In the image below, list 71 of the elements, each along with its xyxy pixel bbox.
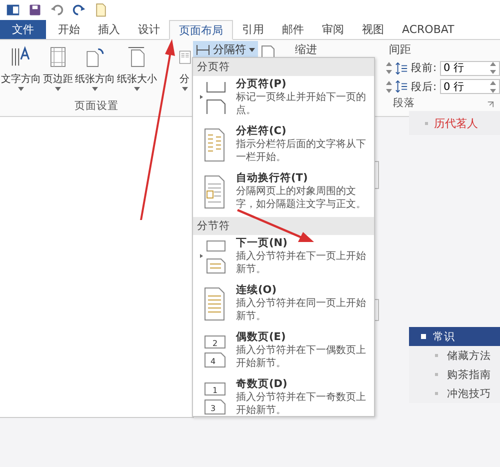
menu-item[interactable]: 自动换行符(T) 分隔网页上的对象周围的文字，如分隔题注文字与正文。 bbox=[193, 170, 374, 217]
ribbon-button[interactable]: 文字方向 bbox=[0, 40, 42, 99]
menu-item[interactable]: 分栏符(C) 指示分栏符后面的文字将从下一栏开始。 bbox=[193, 123, 374, 170]
menu-item-description: 插入分节符并在下一奇数页上开始新节。 bbox=[236, 391, 367, 417]
ribbon-button[interactable]: 纸张方向 bbox=[74, 40, 116, 99]
ribbon-tab[interactable]: 页面布局 bbox=[169, 20, 233, 40]
menu-item-title: 自动换行符(T) bbox=[236, 172, 309, 185]
menu-item[interactable]: 1 3 奇数页(D) 插入分节符并在下一奇数页上开始新节。 bbox=[193, 376, 374, 423]
spacing-field[interactable]: 0 行 bbox=[440, 79, 500, 94]
group-label: 页面设置 bbox=[74, 99, 120, 114]
menu-item-description: 插入分节符并在下一页上开始新节。 bbox=[236, 250, 367, 276]
ribbon-tab[interactable]: ACROBAT bbox=[393, 20, 464, 39]
menu-item-title: 下一页(N) bbox=[236, 237, 288, 250]
field-label: 段后: bbox=[411, 80, 437, 94]
menu-section-header: 分节符 bbox=[193, 217, 374, 235]
side-title: 历代茗人 bbox=[434, 116, 478, 130]
line-spacing-icon bbox=[395, 80, 408, 94]
undo-icon[interactable] bbox=[50, 3, 64, 17]
caret-icon bbox=[92, 87, 98, 91]
menu-item-title: 连续(O) bbox=[236, 284, 278, 297]
line-spacing-icon bbox=[395, 62, 408, 74]
menu-item-description: 插入分节符并在下一偶数页上开始新节。 bbox=[236, 344, 367, 370]
break-icon bbox=[196, 44, 210, 56]
dialog-launcher-icon[interactable] bbox=[487, 101, 494, 108]
nav-item[interactable]: 冲泡技巧 bbox=[409, 384, 500, 403]
menu-item-description: 指示分栏符后面的文字将从下一栏开始。 bbox=[236, 138, 367, 164]
group-label: 段落 bbox=[393, 96, 415, 112]
ribbon-tab[interactable]: 设计 bbox=[129, 20, 169, 39]
nav-header[interactable]: 常识 bbox=[409, 327, 500, 346]
menu-item-title: 偶数页(E) bbox=[236, 331, 287, 344]
caret-icon bbox=[249, 48, 255, 52]
document-icon[interactable] bbox=[94, 3, 108, 17]
save-icon[interactable] bbox=[28, 3, 42, 17]
ribbon-tab[interactable]: 插入 bbox=[89, 20, 129, 39]
caret-icon bbox=[18, 87, 24, 91]
ribbon-button[interactable]: 页边距 bbox=[42, 40, 74, 99]
spinner-icon[interactable] bbox=[490, 80, 496, 94]
menu-item-description: 插入分节符并在同一页上开始新节。 bbox=[236, 297, 367, 323]
menu-item-description: 标记一页终止并开始下一页的点。 bbox=[236, 91, 367, 117]
menu-item[interactable]: 连续(O) 插入分节符并在同一页上开始新节。 bbox=[193, 282, 374, 329]
menu-item-title: 奇数页(D) bbox=[236, 378, 288, 391]
ribbon-button[interactable]: 纸张大小 bbox=[116, 40, 158, 99]
ribbon-tab[interactable]: 视图 bbox=[353, 20, 393, 39]
menu-item[interactable]: 分页符(P) 标记一页终止并开始下一页的点。 bbox=[193, 76, 374, 123]
indent-label: 缩进 bbox=[295, 42, 317, 57]
nav-item[interactable]: 购茶指南 bbox=[409, 365, 500, 384]
spacing-field[interactable]: 0 行 bbox=[440, 60, 500, 76]
nav-item[interactable]: 储藏方法 bbox=[409, 346, 500, 365]
redo-icon[interactable] bbox=[72, 3, 86, 17]
menu-item-title: 分栏符(C) bbox=[236, 125, 288, 138]
breaks-button[interactable]: 分隔符 bbox=[193, 41, 258, 58]
ribbon-button[interactable]: 分 bbox=[176, 40, 193, 99]
spinner-icon[interactable] bbox=[386, 80, 392, 94]
caret-icon bbox=[134, 87, 140, 91]
caret-icon bbox=[55, 87, 61, 91]
menu-section-header: 分页符 bbox=[193, 58, 374, 76]
ribbon-tab[interactable]: 邮件 bbox=[273, 20, 313, 39]
menu-item-description: 分隔网页上的对象周围的文字，如分隔题注文字与正文。 bbox=[236, 185, 367, 211]
ribbon-tab[interactable]: 审阅 bbox=[313, 20, 353, 39]
ribbon-tab[interactable]: 开始 bbox=[49, 20, 89, 39]
menu-item-title: 分页符(P) bbox=[236, 78, 288, 91]
menu-item[interactable]: 2 4 偶数页(E) 插入分节符并在下一偶数页上开始新节。 bbox=[193, 329, 374, 376]
spacing-label: 间距 bbox=[389, 42, 411, 57]
word-logo-icon[interactable] bbox=[6, 3, 20, 17]
field-label: 段前: bbox=[411, 61, 437, 75]
file-tab[interactable]: 文件 bbox=[0, 20, 46, 39]
spinner-icon[interactable] bbox=[386, 61, 392, 75]
menu-item[interactable]: 下一页(N) 插入分节符并在下一页上开始新节。 bbox=[193, 235, 374, 282]
caret-icon bbox=[182, 87, 188, 91]
spinner-icon[interactable] bbox=[490, 61, 496, 75]
ribbon-tab[interactable]: 引用 bbox=[233, 20, 273, 39]
